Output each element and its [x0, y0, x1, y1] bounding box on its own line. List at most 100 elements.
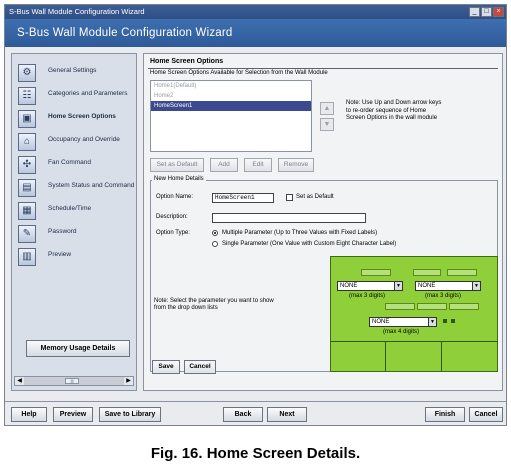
new-home-details-legend: New Home Details	[152, 176, 206, 182]
categories-icon: ☷	[18, 87, 36, 105]
add-button[interactable]: Add	[210, 158, 238, 172]
schedule-icon: ▦	[18, 202, 36, 220]
window-controls: _ □ ×	[469, 7, 504, 17]
option-type-label: Option Type:	[156, 230, 190, 236]
preview-label-slot	[417, 303, 447, 310]
scroll-right-icon[interactable]: ▶	[124, 377, 133, 385]
set-default-checkbox[interactable]	[286, 194, 293, 201]
password-icon: ✎	[18, 225, 36, 243]
minimize-button[interactable]: _	[469, 7, 480, 17]
system-status-icon: ▤	[18, 179, 36, 197]
arrow-up-icon: ▲	[323, 105, 331, 112]
wizard-banner: S-Bus Wall Module Configuration Wizard	[5, 19, 506, 47]
window-title: S-Bus Wall Module Configuration Wizard	[9, 7, 145, 16]
sidebar-item-categories[interactable]: ☷ Categories and Parameters	[18, 87, 136, 107]
preview-label-slot	[447, 269, 477, 276]
list-item[interactable]: Home1(Default)	[151, 81, 311, 91]
preview-indicator	[443, 319, 447, 323]
fan-icon: ✣	[18, 156, 36, 174]
preview-grid-line	[441, 341, 442, 371]
wizard-sidebar: ⚙ General Settings ☷ Categories and Para…	[11, 53, 137, 391]
multi-parameter-label: Multiple Parameter (Up to Three Values w…	[222, 230, 378, 236]
sidebar-item-label: System Status and Command	[48, 182, 135, 189]
sidebar-item-fan-command[interactable]: ✣ Fan Command	[18, 156, 136, 176]
memory-usage-button[interactable]: Memory Usage Details	[26, 340, 130, 357]
main-panel: Home Screen Options Home Screen Options …	[143, 53, 503, 391]
option-name-label: Option Name:	[156, 194, 194, 200]
back-button[interactable]: Back	[223, 407, 263, 422]
cancel-details-button[interactable]: Cancel	[184, 360, 216, 374]
occupancy-icon: ⌂	[18, 133, 36, 151]
arrow-down-icon: ▼	[323, 121, 331, 128]
home-screen-options-list[interactable]: Home1(Default) Home2 HomeScreen1	[150, 80, 312, 152]
sidebar-item-password[interactable]: ✎ Password	[18, 225, 136, 245]
figure-caption: Fig. 16. Home Screen Details.	[150, 445, 361, 462]
option-name-field[interactable]: HomeScreen1	[212, 193, 274, 203]
save-button[interactable]: Save	[152, 360, 180, 374]
sidebar-item-label: General Settings	[48, 67, 97, 74]
move-down-button[interactable]: ▼	[320, 118, 334, 131]
sidebar-item-label: Schedule/Time	[48, 205, 92, 212]
preview-indicator	[451, 319, 455, 323]
close-button[interactable]: ×	[493, 7, 504, 17]
wizard-window: S-Bus Wall Module Configuration Wizard _…	[4, 4, 507, 426]
description-field[interactable]	[212, 213, 366, 223]
max-digits-label: (max 3 digits)	[425, 293, 462, 299]
maximize-button[interactable]: □	[481, 7, 492, 17]
list-item[interactable]: Home2	[151, 91, 311, 101]
single-parameter-label: Single Parameter (One Value with Custom …	[222, 241, 397, 247]
finish-button[interactable]: Finish	[425, 407, 465, 422]
edit-button[interactable]: Edit	[244, 158, 272, 172]
help-button[interactable]: Help	[11, 407, 47, 422]
preview-label-slot	[449, 303, 479, 310]
preview-grid-line	[331, 341, 497, 342]
parameter-note: Note: Select the parameter you want to s…	[154, 298, 274, 311]
scroll-thumb[interactable]: |||	[65, 378, 79, 384]
section-divider	[148, 68, 498, 69]
save-to-library-button[interactable]: Save to Library	[99, 407, 161, 422]
dropdown-value: NONE	[372, 319, 390, 325]
dropdown-value: NONE	[340, 283, 358, 289]
sidebar-item-occupancy[interactable]: ⌂ Occupancy and Override	[18, 133, 136, 153]
max-digits-label: (max 4 digits)	[383, 329, 420, 335]
preview-label-slot	[361, 269, 391, 276]
single-parameter-radio[interactable]	[212, 241, 218, 247]
preview-button[interactable]: Preview	[53, 407, 93, 422]
wall-module-preview: NONE ▼ NONE ▼ (max 3 digits) (max 3 digi…	[330, 256, 498, 372]
preview-icon: ▥	[18, 248, 36, 266]
move-up-button[interactable]: ▲	[320, 102, 334, 115]
description-label: Description:	[156, 214, 188, 220]
preview-grid-line	[385, 341, 386, 371]
sidebar-item-home-screen[interactable]: ▣ Home Screen Options	[18, 110, 136, 130]
sidebar-item-general-settings[interactable]: ⚙ General Settings	[18, 64, 136, 84]
parameter-dropdown-3[interactable]: NONE ▼	[369, 317, 437, 327]
settings-icon: ⚙	[18, 64, 36, 82]
multi-parameter-radio[interactable]	[212, 230, 218, 236]
cancel-button[interactable]: Cancel	[469, 407, 503, 422]
sidebar-item-label: Categories and Parameters	[48, 90, 128, 97]
sidebar-scrollbar[interactable]: ◀ ||| ▶	[14, 376, 134, 386]
chevron-down-icon: ▼	[394, 282, 402, 290]
home-screen-icon: ▣	[18, 110, 36, 128]
remove-button[interactable]: Remove	[278, 158, 314, 172]
sidebar-item-schedule[interactable]: ▦ Schedule/Time	[18, 202, 136, 222]
parameter-dropdown-2[interactable]: NONE ▼	[415, 281, 481, 291]
reorder-note: Note: Use Up and Down arrow keys to re-o…	[346, 100, 442, 121]
list-item-selected[interactable]: HomeScreen1	[151, 101, 311, 111]
sidebar-item-preview[interactable]: ▥ Preview	[18, 248, 136, 268]
sidebar-item-label: Home Screen Options	[48, 113, 116, 120]
window-titlebar: S-Bus Wall Module Configuration Wizard _…	[5, 5, 506, 19]
chevron-down-icon: ▼	[472, 282, 480, 290]
sidebar-item-label: Fan Command	[48, 159, 91, 166]
dropdown-value: NONE	[418, 283, 436, 289]
scroll-left-icon[interactable]: ◀	[15, 377, 24, 385]
preview-label-slot	[413, 269, 441, 276]
chevron-down-icon: ▼	[428, 318, 436, 326]
section-title: Home Screen Options	[150, 58, 224, 65]
parameter-dropdown-1[interactable]: NONE ▼	[337, 281, 403, 291]
sidebar-item-system-status[interactable]: ▤ System Status and Command	[18, 179, 136, 199]
set-default-label: Set as Default	[296, 194, 334, 200]
preview-label-slot	[385, 303, 415, 310]
set-default-button[interactable]: Set as Default	[150, 158, 204, 172]
next-button[interactable]: Next	[267, 407, 307, 422]
